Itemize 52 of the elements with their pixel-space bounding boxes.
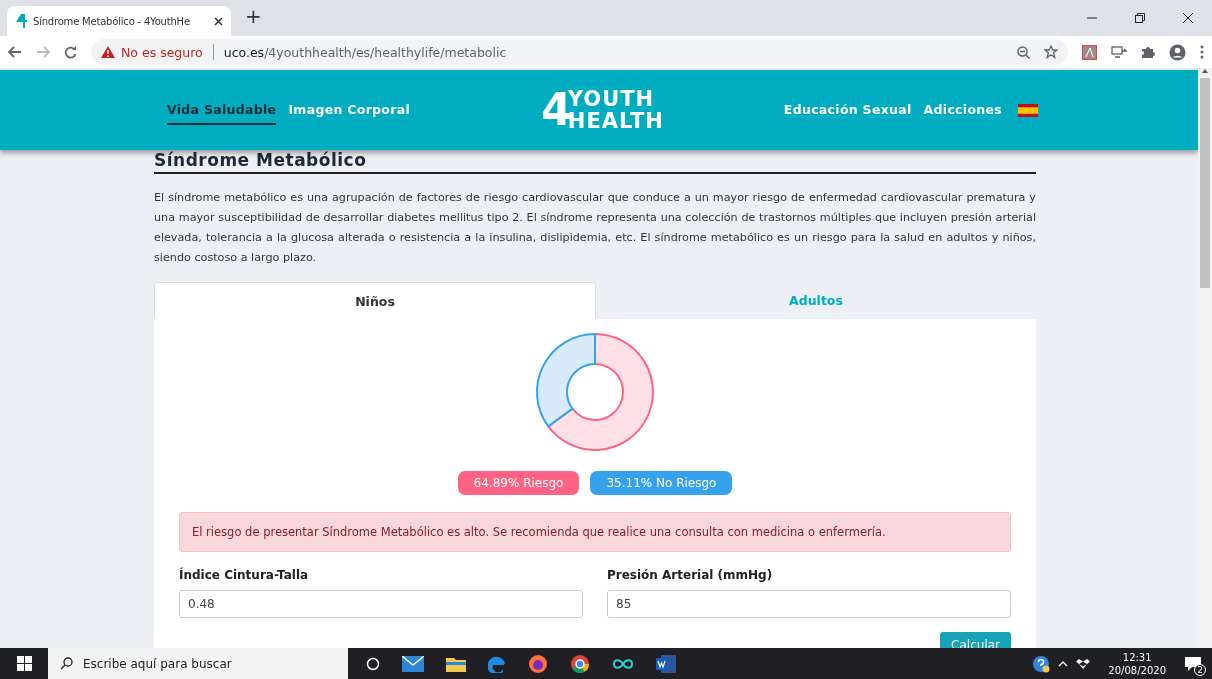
back-arrow-icon[interactable] xyxy=(8,46,22,58)
close-icon[interactable] xyxy=(1183,13,1193,23)
dropbox-icon[interactable] xyxy=(1076,657,1091,670)
folder-icon[interactable] xyxy=(446,655,466,672)
field-label: Presión Arterial (mmHg) xyxy=(607,568,774,582)
scrollbar[interactable] xyxy=(1198,68,1212,648)
close-icon[interactable] xyxy=(214,16,223,26)
profile-icon[interactable] xyxy=(1169,43,1186,61)
legend-badge: 64.89% Riesgo xyxy=(457,471,580,495)
help-icon[interactable] xyxy=(1032,654,1051,673)
restore-icon[interactable] xyxy=(1135,13,1145,23)
legend-badge: 35.11% No Riesgo xyxy=(590,471,733,495)
warning-icon xyxy=(101,46,115,58)
site-logo-icon xyxy=(15,14,27,28)
alert-message: El riesgo de presentar Síndrome Metabólico es alto. Se recomienda que realice una consulta con medicina o enfermería. xyxy=(179,512,1011,552)
pdf-extension-icon[interactable] xyxy=(1082,44,1097,60)
infinity-icon[interactable] xyxy=(612,657,634,670)
flag-icon[interactable] xyxy=(1018,103,1038,117)
mail-icon[interactable] xyxy=(402,655,424,672)
field-label: Índice Cintura-Talla xyxy=(179,568,310,582)
firefox-icon[interactable] xyxy=(528,653,548,674)
notification-icon[interactable] xyxy=(1184,655,1202,672)
puzzle-icon[interactable] xyxy=(1141,45,1155,59)
input-field[interactable]: 0.48 xyxy=(179,590,583,618)
url-text: uco.es/4youthhealth/es/healthylife/metabolic xyxy=(223,44,507,60)
clock-date: 20/08/2020 xyxy=(1108,663,1166,677)
cast-icon[interactable] xyxy=(1111,46,1127,58)
star-icon[interactable] xyxy=(1044,45,1058,59)
word-icon[interactable] xyxy=(656,654,676,673)
browser-tab[interactable]: Síndrome Metabólico - 4YouthHe xyxy=(7,6,231,36)
nav-link[interactable]: Vida Saludable xyxy=(167,95,277,125)
caret-up-icon[interactable] xyxy=(1058,660,1069,667)
chrome-icon[interactable] xyxy=(570,653,590,674)
tab-title: Síndrome Metabólico - 4YouthHe xyxy=(33,15,191,27)
edge-browser-icon[interactable] xyxy=(488,654,506,673)
address-bar[interactable]: No es seguro uco.es/4youthhealth/es/healthylife/metabolic xyxy=(91,39,1068,65)
zoom-out-icon[interactable] xyxy=(1017,45,1030,59)
search-icon xyxy=(60,657,73,670)
taskbar-search-field[interactable]: Escribe aquí para buscar xyxy=(48,648,348,679)
scroll-up-arrow-icon[interactable] xyxy=(1201,68,1209,74)
intro-paragraph: El síndrome metabólico es una agrupación de factores de riesgo cardiovascular que conduce a un mayor riesgo de enfermedad cardiovascular prematura y una mayor susceptibilidad de desarrollar diabetes mellitus tipo 2. El síndrome representa una colección de trastornos múltiples que incluyen presión arterial elevada, tolerancia a la glucosa alterada o resistencia a la insulina, dislipidemia, etc. El síndrome metabólico es un riesgo para la salud en adultos y niños, siendo costoso a largo plazo. xyxy=(154,190,1036,266)
clock-time: 12:31 xyxy=(1122,650,1152,664)
windows-start-icon[interactable] xyxy=(16,656,32,671)
input-field[interactable]: 85 xyxy=(607,590,1011,618)
menu-icon[interactable] xyxy=(1200,45,1204,59)
reload-icon[interactable] xyxy=(64,45,77,59)
tab[interactable]: Niños xyxy=(154,282,596,319)
new-tab-button[interactable]: + xyxy=(245,4,262,28)
security-label: No es seguro xyxy=(121,44,203,60)
search-placeholder: Escribe aquí para buscar xyxy=(83,656,232,671)
task-view-icon[interactable] xyxy=(366,656,380,671)
page-title: Síndrome Metabólico xyxy=(154,150,1036,174)
